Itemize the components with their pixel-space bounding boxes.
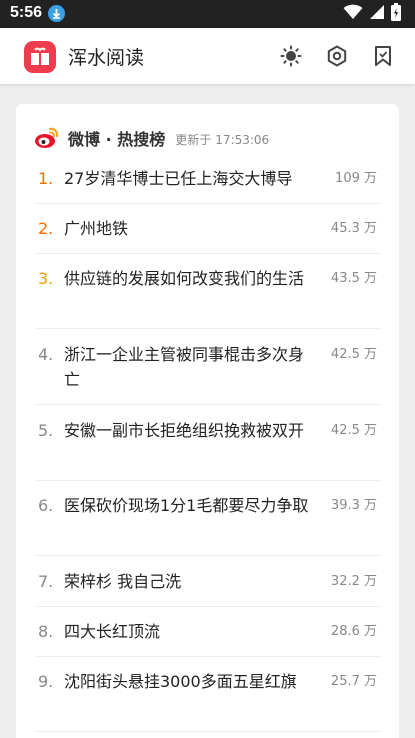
update-label: 更新于 <box>175 133 212 147</box>
item-title: 四大长红顶流 <box>64 622 161 641</box>
item-count: 32.2 万 <box>330 574 377 589</box>
item-title: 广州地铁 <box>64 219 129 238</box>
list-item[interactable]: 5. 安徽一副市长拒绝组织挽救被双开 42.5 万 <box>36 418 381 481</box>
item-count: 25.7 万 <box>330 674 377 689</box>
rank-number: 5. <box>38 421 54 440</box>
rank-number: 6. <box>38 496 54 515</box>
status-bar: 5:56 <box>0 0 415 28</box>
rank-number: 4. <box>38 345 54 364</box>
list-item[interactable]: 9. 沈阳街头悬挂3000多面五星红旗 25.7 万 <box>36 669 381 732</box>
list-item[interactable]: 7. 荣梓杉 我自己洗 32.2 万 <box>36 569 381 607</box>
list-item[interactable]: 4. 浙江一企业主管被同事棍击多次身亡 42.5 万 <box>36 342 381 405</box>
rank-number: 1. <box>38 169 54 188</box>
weibo-icon <box>34 125 60 151</box>
download-icon <box>48 5 65 22</box>
wifi-icon <box>343 4 363 24</box>
item-count: 28.6 万 <box>330 624 377 639</box>
update-time: 更新于 17:53:06 <box>175 131 269 148</box>
hot-search-card: 微博 · 热搜榜 更新于 17:53:06 1. 27岁清华博士已任上海交大博导 … <box>16 104 399 738</box>
item-title: 27岁清华博士已任上海交大博导 <box>64 169 293 188</box>
card-header: 微博 · 热搜榜 更新于 17:53:06 <box>34 124 269 152</box>
list-item[interactable]: 8. 四大长红顶流 28.6 万 <box>36 619 381 657</box>
brightness-icon[interactable] <box>279 44 303 68</box>
app-title: 浑水阅读 <box>68 47 145 69</box>
item-title: 荣梓杉 我自己洗 <box>64 572 182 591</box>
app-bar: 浑水阅读 <box>0 28 415 84</box>
list-item[interactable]: 1. 27岁清华博士已任上海交大博导 109 万 <box>36 166 381 204</box>
item-count: 109 万 <box>335 171 377 186</box>
update-time-value: 17:53:06 <box>215 133 270 147</box>
bookmark-icon[interactable] <box>371 44 395 68</box>
rank-number: 2. <box>38 219 54 238</box>
rank-number: 9. <box>38 672 54 691</box>
list-item[interactable]: 2. 广州地铁 45.3 万 <box>36 216 381 254</box>
gear-icon[interactable] <box>325 44 349 68</box>
rank-number: 7. <box>38 572 54 591</box>
item-title: 医保砍价现场1分1毛都要尽力争取 <box>64 496 309 515</box>
item-count: 42.5 万 <box>330 347 377 362</box>
item-title: 安徽一副市长拒绝组织挽救被双开 <box>64 421 305 440</box>
card-title: 微博 · 热搜榜 <box>68 130 166 149</box>
signal-icon <box>369 4 385 24</box>
battery-icon <box>391 3 401 25</box>
rank-number: 3. <box>38 269 54 288</box>
item-count: 43.5 万 <box>330 271 377 286</box>
item-title: 供应链的发展如何改变我们的生活 <box>64 269 305 288</box>
item-count: 39.3 万 <box>330 498 377 513</box>
item-count: 42.5 万 <box>330 423 377 438</box>
list-item[interactable]: 3. 供应链的发展如何改变我们的生活 43.5 万 <box>36 266 381 329</box>
rank-number: 8. <box>38 622 54 641</box>
item-title: 浙江一企业主管被同事棍击多次身亡 <box>64 345 305 389</box>
status-icons <box>343 3 401 25</box>
list-item[interactable]: 6. 医保砍价现场1分1毛都要尽力争取 39.3 万 <box>36 493 381 556</box>
item-count: 45.3 万 <box>330 221 377 236</box>
book-icon <box>24 41 56 73</box>
status-time: 5:56 <box>10 4 43 21</box>
item-title: 沈阳街头悬挂3000多面五星红旗 <box>64 672 297 691</box>
